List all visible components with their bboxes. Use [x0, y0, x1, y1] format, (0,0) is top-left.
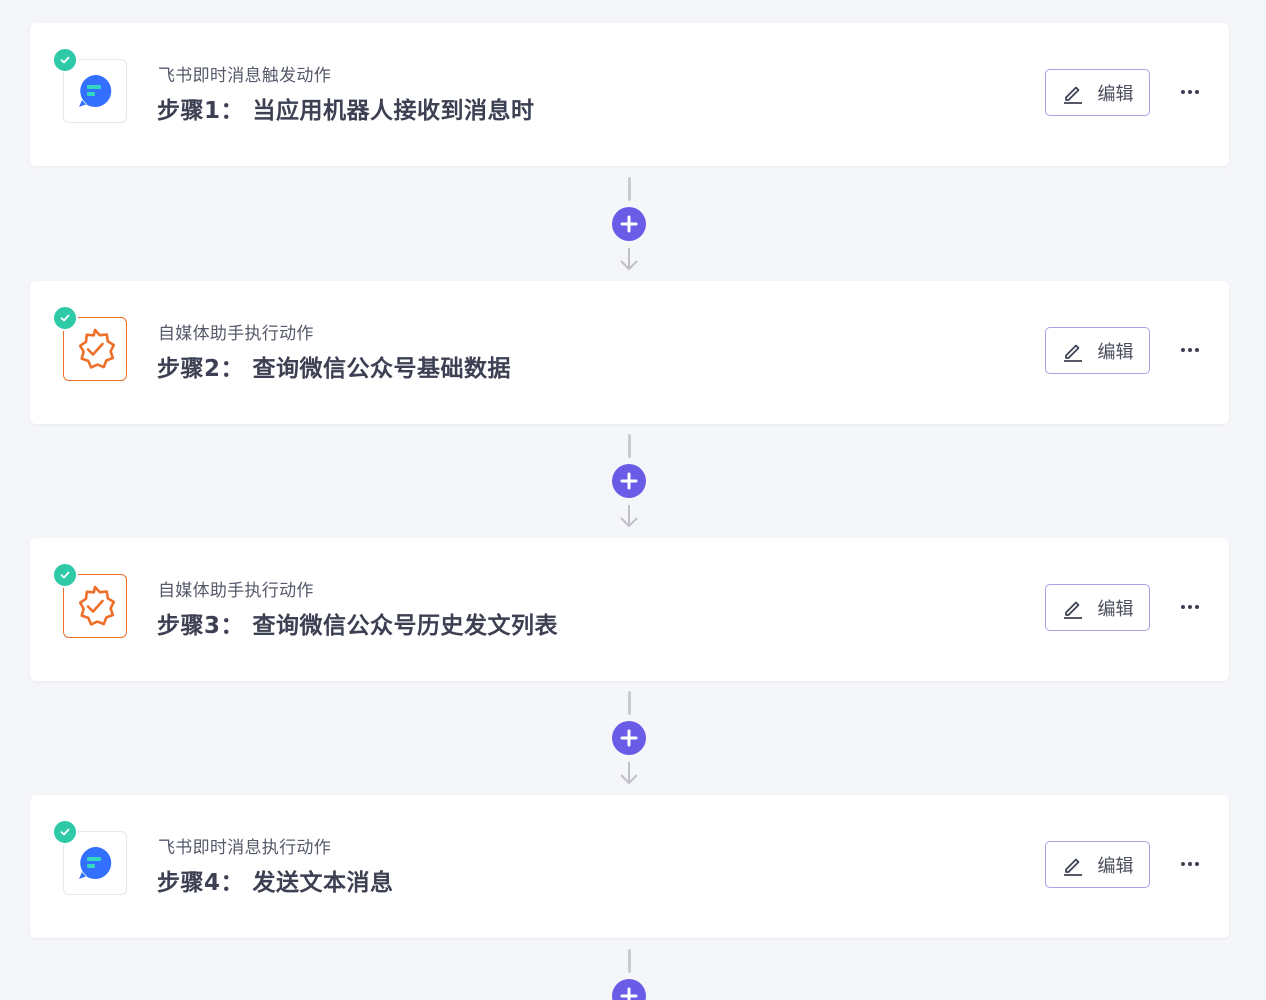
verified-badge-icon — [78, 328, 116, 369]
plus-icon — [620, 729, 638, 747]
feishu-messenger-icon — [79, 846, 112, 879]
pencil-icon — [1063, 86, 1082, 104]
step-title: 步骤3： 查询微信公众号历史发文列表 — [157, 613, 559, 639]
step-connector — [610, 949, 648, 1000]
plus-icon — [620, 987, 638, 1000]
add-step-button[interactable] — [612, 207, 646, 241]
more-horizontal-icon — [1181, 348, 1199, 352]
connector-line — [627, 949, 631, 973]
step-card-4[interactable]: 飞书即时消息执行动作 步骤4： 发送文本消息 编辑 — [30, 795, 1229, 938]
plus-icon — [620, 215, 638, 233]
check-circle-icon — [52, 305, 78, 331]
step-card-1[interactable]: 飞书即时消息触发动作 步骤1： 当应用机器人接收到消息时 编辑 — [30, 23, 1229, 166]
more-options-button[interactable] — [1176, 596, 1204, 618]
add-step-button[interactable] — [612, 979, 646, 1000]
more-options-button[interactable] — [1176, 853, 1204, 875]
more-horizontal-icon — [1181, 862, 1199, 866]
arrow-down-icon — [620, 505, 638, 527]
step-subtitle: 飞书即时消息执行动作 — [158, 838, 331, 858]
step-title: 步骤4： 发送文本消息 — [157, 870, 394, 896]
step-subtitle: 自媒体助手执行动作 — [158, 324, 314, 344]
arrow-down-icon — [620, 762, 638, 784]
step-card-3[interactable]: 自媒体助手执行动作 步骤3： 查询微信公众号历史发文列表 编辑 — [30, 538, 1229, 681]
connector-line — [627, 177, 631, 201]
verified-badge-icon — [78, 585, 116, 626]
step-connector — [610, 691, 648, 787]
pencil-icon — [1063, 344, 1082, 362]
step-title: 步骤2： 查询微信公众号基础数据 — [157, 356, 512, 382]
connector-line — [627, 434, 631, 458]
edit-button-label: 编辑 — [1097, 83, 1134, 105]
feishu-messenger-icon — [79, 74, 112, 107]
connector-line — [627, 691, 631, 715]
step-subtitle: 飞书即时消息触发动作 — [158, 66, 331, 86]
step-card-2[interactable]: 自媒体助手执行动作 步骤2： 查询微信公众号基础数据 编辑 — [30, 281, 1229, 424]
more-horizontal-icon — [1181, 90, 1199, 94]
edit-button[interactable]: 编辑 — [1045, 841, 1150, 888]
step-connector — [610, 434, 648, 530]
check-circle-icon — [52, 47, 78, 73]
add-step-button[interactable] — [612, 721, 646, 755]
check-circle-icon — [52, 562, 78, 588]
edit-button-label: 编辑 — [1097, 855, 1134, 877]
more-horizontal-icon — [1181, 605, 1199, 609]
more-options-button[interactable] — [1176, 81, 1204, 103]
check-circle-icon — [52, 819, 78, 845]
edit-button[interactable]: 编辑 — [1045, 327, 1150, 374]
edit-button[interactable]: 编辑 — [1045, 69, 1150, 116]
plus-icon — [620, 472, 638, 490]
edit-button[interactable]: 编辑 — [1045, 584, 1150, 631]
edit-button-label: 编辑 — [1097, 341, 1134, 363]
arrow-down-icon — [620, 248, 638, 270]
step-subtitle: 自媒体助手执行动作 — [158, 581, 314, 601]
edit-button-label: 编辑 — [1097, 598, 1134, 620]
more-options-button[interactable] — [1176, 339, 1204, 361]
pencil-icon — [1063, 601, 1082, 619]
pencil-icon — [1063, 858, 1082, 876]
step-title: 步骤1： 当应用机器人接收到消息时 — [157, 98, 535, 124]
add-step-button[interactable] — [612, 464, 646, 498]
step-connector — [610, 177, 648, 273]
